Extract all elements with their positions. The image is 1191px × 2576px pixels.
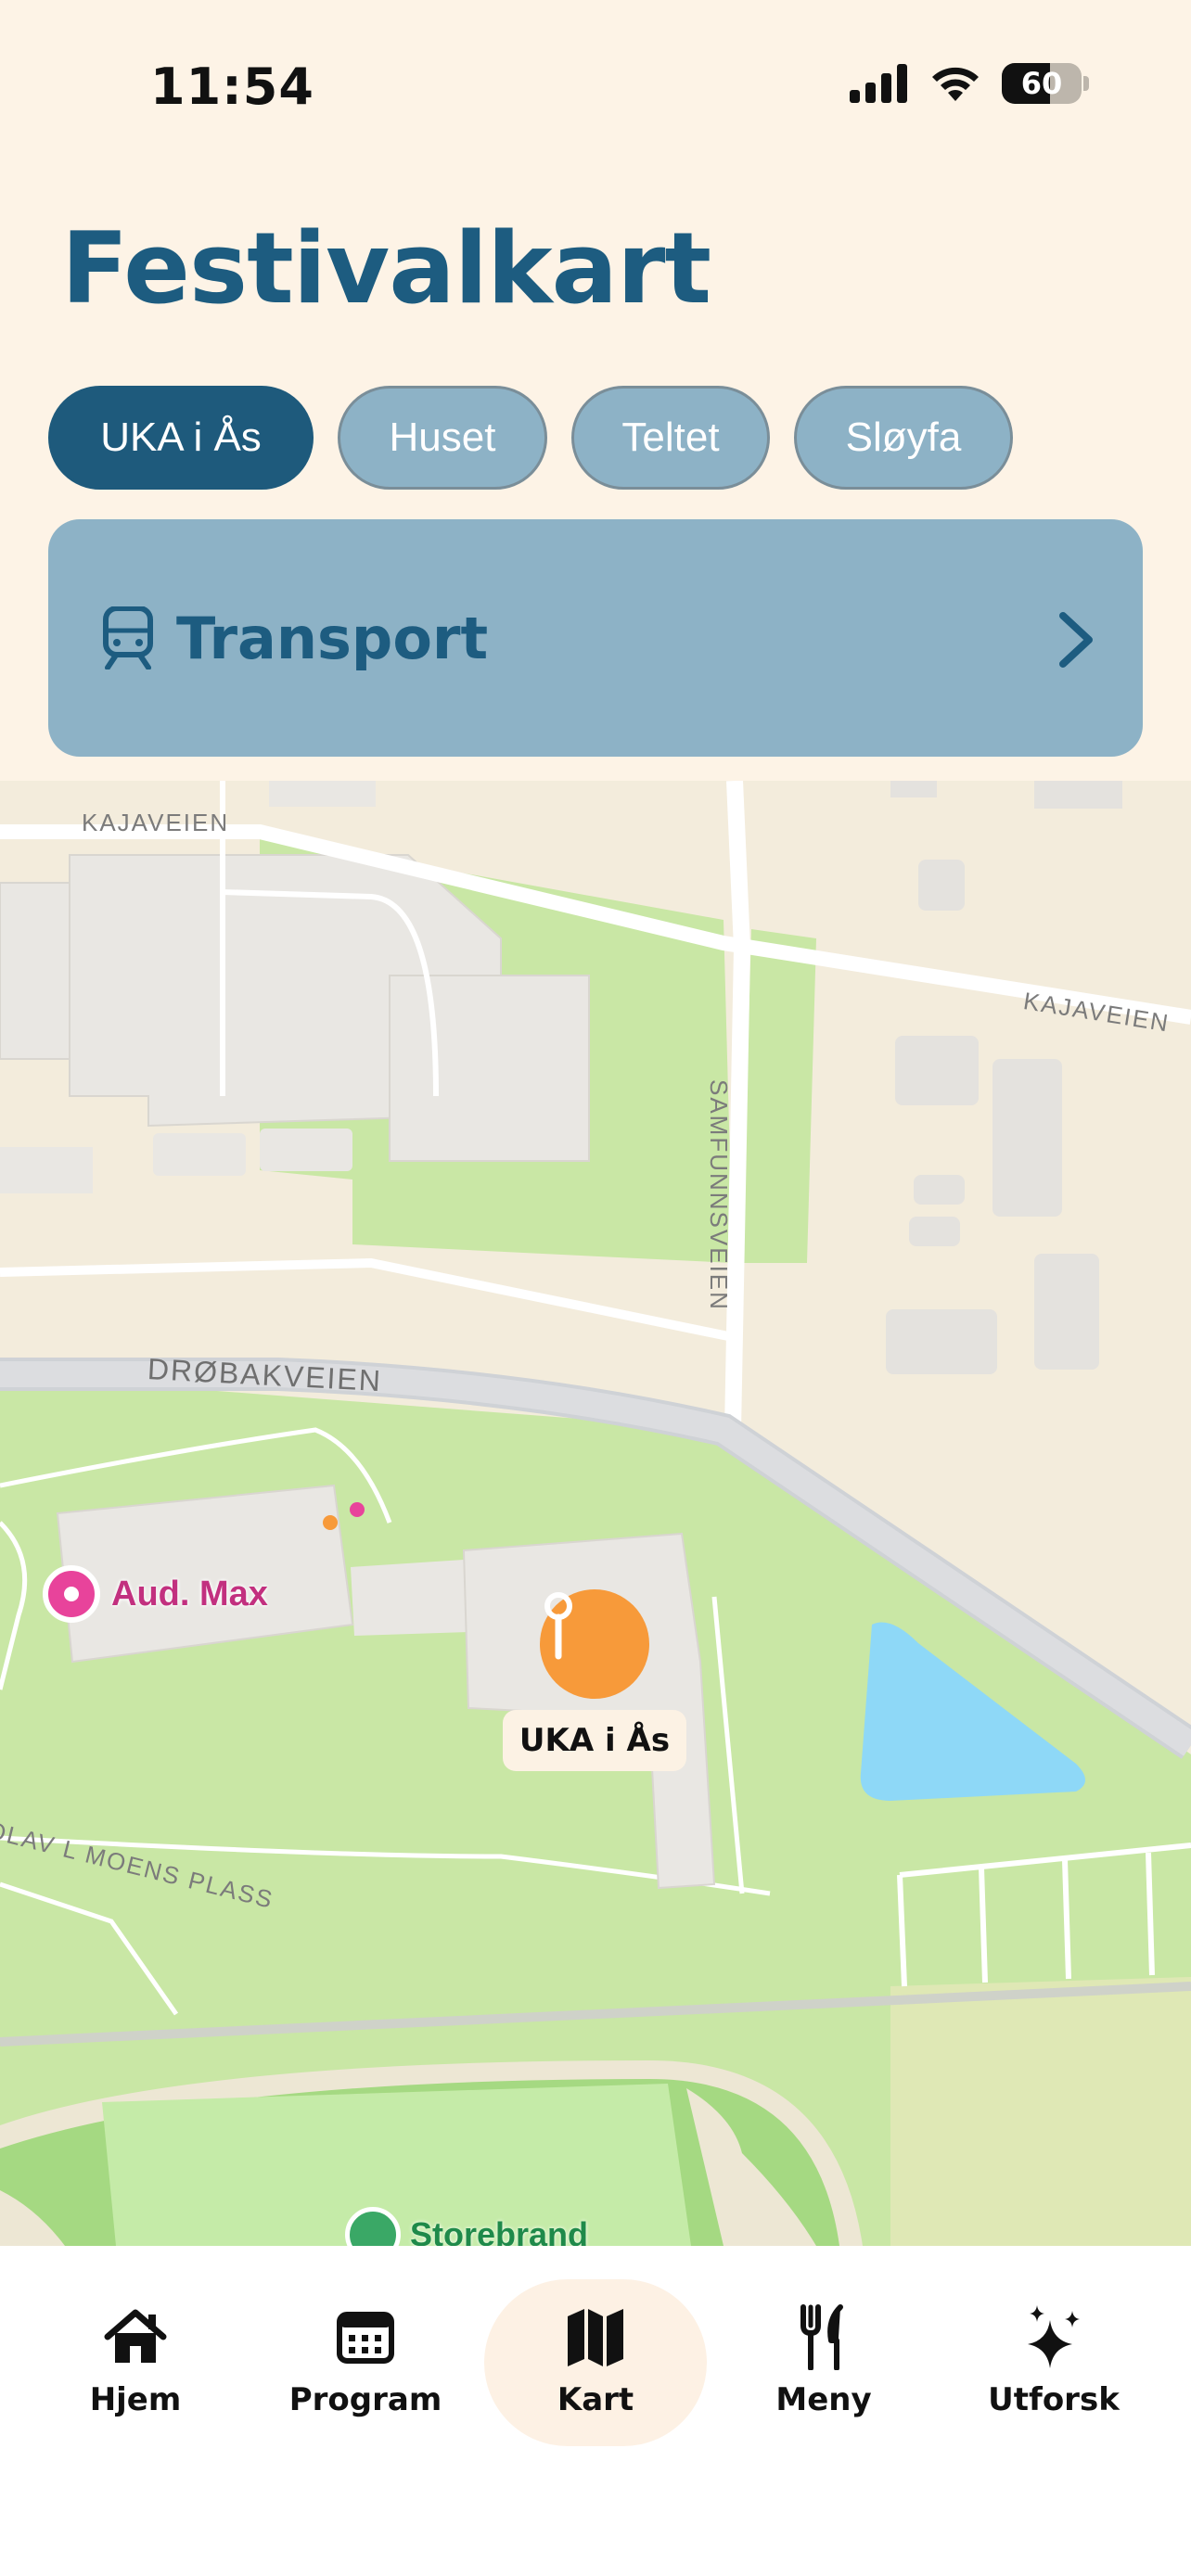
tab-huset[interactable]: Huset [338, 386, 547, 490]
train-icon [103, 606, 153, 670]
transport-button[interactable]: Transport [48, 519, 1143, 757]
status-bar: 11:54 60 [0, 0, 1191, 176]
poi-storebrand-label: Storebrand [410, 2215, 589, 2246]
status-icons: 60 [850, 63, 1089, 104]
poi-aud-max-icon [43, 1565, 100, 1623]
nav-kart-label: Kart [557, 2381, 634, 2418]
transport-label: Transport [176, 605, 489, 672]
selected-pin-label: UKA i Ås [503, 1710, 686, 1771]
home-icon [104, 2309, 167, 2363]
tab-teltet[interactable]: Teltet [571, 386, 770, 490]
calendar-icon [337, 2312, 394, 2364]
tab-uka-i-as[interactable]: UKA i Ås [48, 386, 314, 490]
sparkles-icon [1028, 2305, 1080, 2368]
nav-hjem-label: Hjem [89, 2381, 182, 2418]
status-time: 11:54 [150, 57, 314, 116]
street-label-kajaveien: KAJAVEIEN [82, 809, 230, 836]
page-title: Festivalkart [61, 211, 711, 325]
map-icon [568, 2309, 623, 2366]
battery-nub [1083, 76, 1089, 91]
battery-icon: 60 [1002, 63, 1082, 104]
nav-utforsk-label: Utforsk [988, 2381, 1120, 2418]
venue-tabs: UKA i Ås Huset Teltet Sløyfa [48, 386, 1013, 490]
chevron-right-icon [1059, 612, 1093, 668]
nav-utforsk[interactable]: Utforsk [961, 2279, 1146, 2446]
nav-kart[interactable]: Kart [484, 2279, 707, 2446]
selected-pin-marker[interactable] [540, 1589, 649, 1699]
home-indicator [397, 2531, 794, 2544]
festival-map[interactable]: KAJAVEIEN KAJAVEIEN SAMFUNNSVEIEN DRØBAK… [0, 781, 1191, 2246]
poi-aud-max-label: Aud. Max [111, 1574, 268, 1613]
nav-program-label: Program [288, 2381, 442, 2418]
wifi-icon [932, 67, 979, 101]
poi-storebrand[interactable]: Storebrand [345, 2207, 588, 2246]
nav-meny-label: Meny [775, 2381, 872, 2418]
map-base [0, 781, 1191, 2246]
battery-percentage: 60 [1020, 66, 1063, 101]
fork-knife-icon [800, 2304, 843, 2370]
street-label-samfunnsveien: SAMFUNNSVEIEN [705, 1079, 733, 1311]
poi-storebrand-icon [345, 2207, 401, 2246]
nav-hjem[interactable]: Hjem [43, 2279, 228, 2446]
pin-icon [544, 1592, 572, 1660]
poi-aud-max[interactable]: Aud. Max [43, 1565, 268, 1623]
tab-sloyfa[interactable]: Sløyfa [794, 386, 1013, 490]
cellular-signal-icon [850, 64, 907, 103]
nav-meny[interactable]: Meny [731, 2279, 916, 2446]
bottom-nav: Hjem Program Kart Meny Utforsk [0, 2246, 1191, 2576]
nav-program[interactable]: Program [273, 2279, 458, 2446]
